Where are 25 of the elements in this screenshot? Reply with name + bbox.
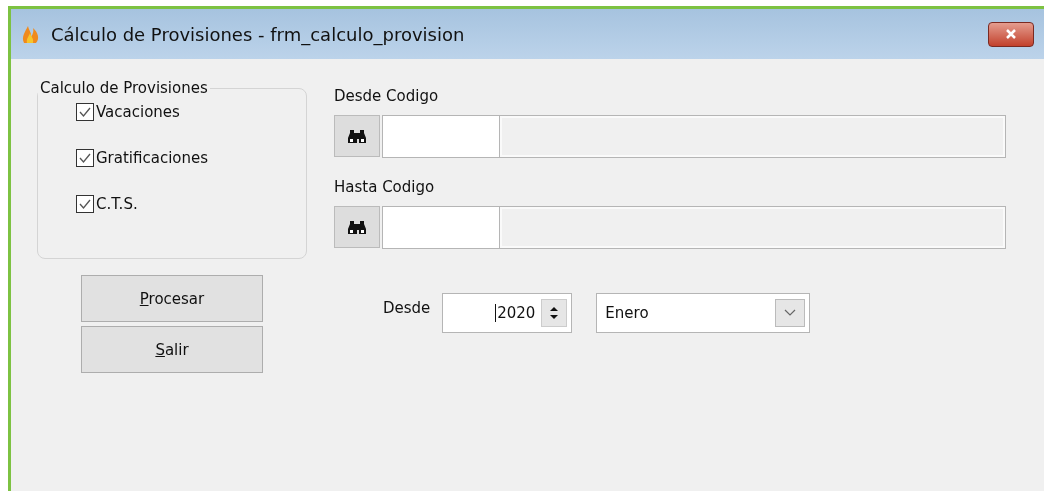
binoculars-icon: [347, 128, 367, 144]
code-input-field[interactable]: [382, 115, 500, 158]
checkbox[interactable]: [76, 149, 94, 167]
period-label: Desde: [383, 299, 431, 317]
field-label: Hasta Codigo: [334, 178, 436, 196]
field-label: Desde Codigo: [334, 87, 440, 105]
checkbox-label: Gratificaciones: [96, 149, 209, 167]
checkbox[interactable]: [76, 103, 94, 121]
close-icon: [1005, 29, 1017, 39]
search-button[interactable]: [334, 115, 380, 157]
checkbox[interactable]: [76, 195, 94, 213]
group-title: Calculo de Provisiones: [39, 79, 209, 97]
spin-arrows-icon[interactable]: [541, 299, 568, 327]
code-input-field[interactable]: [382, 206, 500, 249]
year-spin-field[interactable]: 2020: [442, 293, 573, 333]
chevron-down-icon: [775, 299, 806, 327]
search-button[interactable]: [334, 206, 380, 248]
close-button[interactable]: [988, 21, 1034, 47]
binoculars-icon: [347, 219, 367, 235]
exit-button[interactable]: Salir: [81, 326, 263, 373]
checkbox-label: C.T.S.: [96, 195, 138, 213]
window-title: Cálculo de Provisiones - frm_calculo_provision: [51, 23, 466, 45]
checkbox-label: Vacaciones: [96, 103, 180, 121]
process-button[interactable]: Procesar: [81, 275, 263, 322]
month-dropdown[interactable]: Enero: [596, 293, 811, 333]
